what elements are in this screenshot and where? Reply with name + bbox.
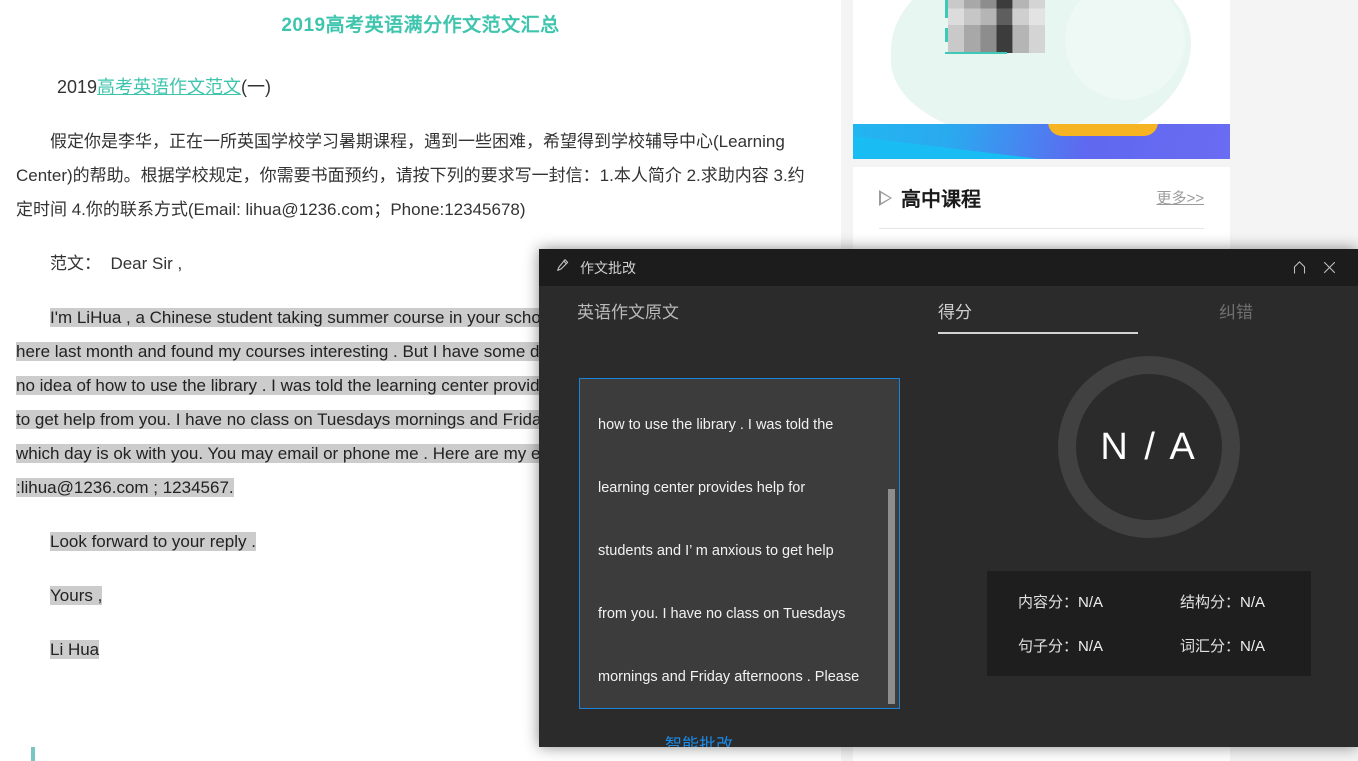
teal-underline (945, 52, 1007, 54)
score-ring-wrapper: N / A (969, 356, 1329, 538)
course-section-header: 高中课程 更多>> (879, 183, 1204, 228)
home-button[interactable] (1284, 253, 1314, 283)
score-panel: N / A 内容分：N/A 结构分：N/A 句子分：N/A 词汇分：N/A (969, 356, 1329, 676)
tab-error-correction[interactable]: 纠错 (1219, 298, 1253, 323)
banner-wave (853, 135, 1073, 159)
score-label: 词汇分： (1180, 638, 1241, 655)
score-ring-inner: N / A (1076, 374, 1222, 520)
promo-banner[interactable] (853, 124, 1230, 159)
course-header-left: 高中课程 (879, 183, 981, 212)
selected-text: Look forward to your reply . (50, 532, 256, 551)
course-divider (879, 228, 1204, 229)
score-item-structure: 结构分：N/A (1149, 591, 1311, 612)
salutation: Dear Sir , (110, 254, 183, 273)
score-item-content: 内容分：N/A (987, 591, 1149, 612)
blurred-thumbnail-image (948, 0, 1045, 53)
score-value: N/A (1240, 638, 1266, 655)
essay-line: students and I’ m anxious to get help (598, 543, 834, 559)
essay-line: how to use the library . I was told the (598, 417, 834, 433)
subtitle-prefix: 2019 (57, 77, 98, 97)
subtitle-suffix: (一) (241, 77, 272, 97)
teal-accent-bar (31, 747, 35, 761)
page-title: 2019高考英语满分作文范文汇总 (281, 15, 560, 36)
modal-tabs: 英语作文原文 得分 纠错 (539, 286, 1358, 340)
modal-title: 作文批改 (580, 259, 636, 276)
screen: 2019高考英语满分作文范文汇总 2019高考英语作文范文(一) 假定你是李华，… (0, 0, 1358, 761)
sample-label: 范文： (50, 254, 101, 273)
selected-text: Yours , (50, 586, 103, 605)
essay-input-textarea[interactable]: how to use the library . I was told the … (579, 378, 900, 709)
pen-icon (555, 257, 571, 278)
modal-titlebar[interactable]: 作文批改 (539, 249, 1358, 286)
score-item-vocabulary: 词汇分：N/A (1149, 635, 1311, 656)
active-tab-underline (938, 332, 1138, 334)
essay-correction-modal: 作文批改 英语作文原文 得分 纠错 how to use the library… (539, 249, 1358, 747)
essay-input-text: how to use the library . I was told the … (580, 379, 899, 708)
play-triangle-icon (879, 189, 892, 206)
teal-tick-top (945, 0, 948, 18)
score-label: 句子分： (1018, 638, 1079, 655)
score-value: N/A (1240, 594, 1266, 611)
total-score-value: N / A (1100, 425, 1198, 468)
score-breakdown-grid: 内容分：N/A 结构分：N/A 句子分：N/A 词汇分：N/A (987, 571, 1311, 676)
banner-pill (1048, 124, 1158, 136)
score-value: N/A (1078, 638, 1104, 655)
score-label: 内容分： (1018, 594, 1079, 611)
essay-line: learning center provides help for (598, 480, 806, 496)
prompt-paragraph: 假定你是李华，正在一所英国学校学习暑期课程，遇到一些困难，希望得到学校辅导中心(… (16, 132, 805, 219)
modal-body: 英语作文原文 得分 纠错 how to use the library . I … (539, 286, 1358, 747)
sidebar-divider (853, 159, 1230, 167)
essay-scrollbar-track[interactable] (888, 379, 897, 708)
promo-card[interactable] (853, 0, 1230, 159)
close-button[interactable] (1314, 253, 1344, 283)
article-subtitle: 2019高考英语作文范文(一) (57, 73, 841, 99)
score-label: 结构分： (1180, 594, 1241, 611)
score-ring: N / A (1058, 356, 1240, 538)
course-section-title: 高中课程 (901, 189, 981, 211)
course-more-link[interactable]: 更多>> (1156, 187, 1204, 208)
tab-original-essay[interactable]: 英语作文原文 (577, 298, 679, 323)
essay-line: from you. I have no class on Tuesdays (598, 606, 846, 622)
article-series-link[interactable]: 高考英语作文范文 (97, 77, 241, 97)
selected-text: Li Hua (50, 640, 100, 659)
tab-score[interactable]: 得分 (938, 298, 972, 323)
teal-tick-mid (945, 28, 948, 42)
smart-correction-button[interactable]: 智能批改 (665, 731, 733, 748)
score-item-sentence: 句子分：N/A (987, 635, 1149, 656)
essay-line: mornings and Friday afternoons . Please (598, 669, 860, 685)
essay-scrollbar-thumb[interactable] (888, 489, 895, 704)
score-value: N/A (1078, 594, 1104, 611)
